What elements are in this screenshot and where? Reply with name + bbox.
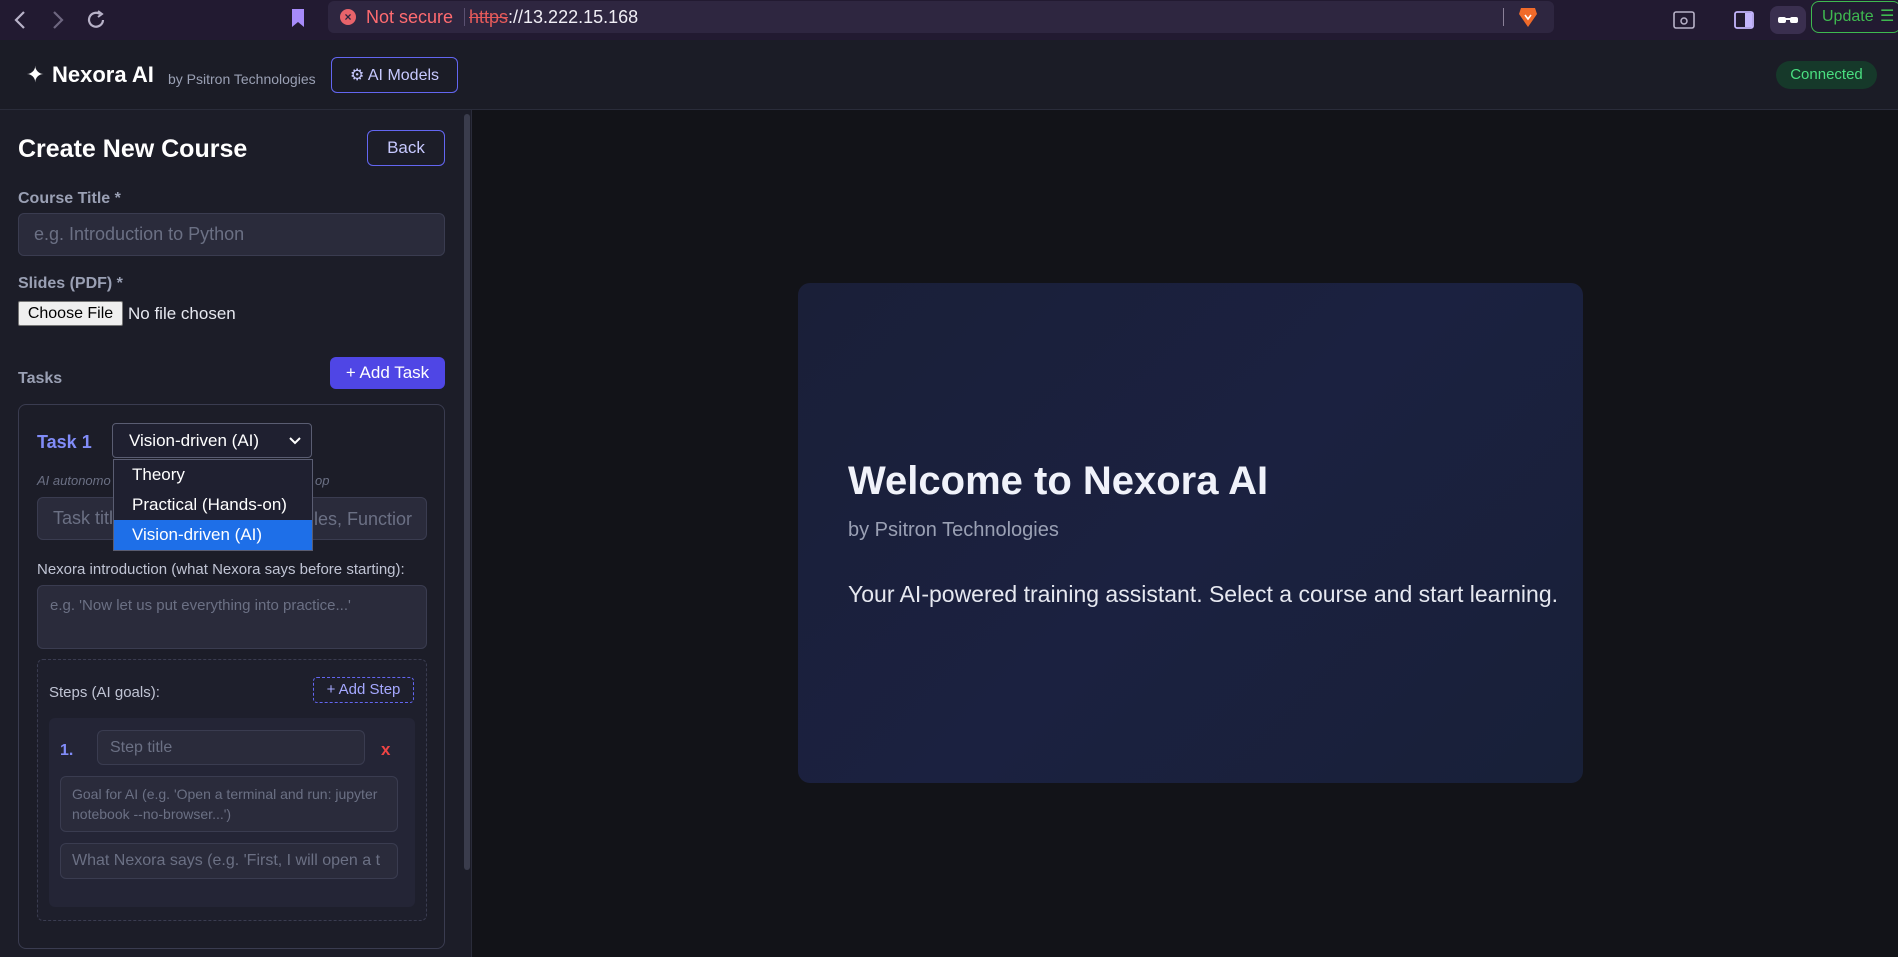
ai-models-button[interactable]: ⚙ AI Models bbox=[331, 57, 458, 93]
scrollbar[interactable] bbox=[464, 114, 470, 870]
task-hint: AI autonomo bbox=[37, 473, 111, 488]
bookmark-icon[interactable] bbox=[291, 8, 305, 28]
tasks-label: Tasks bbox=[18, 370, 63, 387]
task-hint-tail: op bbox=[315, 473, 330, 488]
brand-byline: by Psitron Technologies bbox=[168, 71, 316, 87]
add-task-button[interactable]: + Add Task bbox=[330, 357, 445, 389]
sidebar-toggle-icon[interactable] bbox=[1730, 6, 1758, 34]
slides-label: Slides (PDF) * bbox=[18, 275, 123, 292]
step-item: 1. Step title x Goal for AI (e.g. 'Open … bbox=[49, 718, 415, 907]
step-speech-input[interactable]: What Nexora says (e.g. 'First, I will op… bbox=[60, 843, 398, 879]
option-practical[interactable]: Practical (Hands-on) bbox=[114, 490, 312, 520]
warning-icon: × bbox=[340, 9, 356, 25]
url-host: ://13.222.15.168 bbox=[508, 7, 639, 27]
ai-models-label: ⚙ AI Models bbox=[349, 67, 440, 84]
security-status[interactable]: Not secure bbox=[366, 7, 453, 28]
steps-section: Steps (AI goals): + Add Step 1. Step tit… bbox=[37, 659, 427, 921]
chevron-down-icon bbox=[289, 424, 301, 457]
course-title-input[interactable]: e.g. Introduction to Python bbox=[18, 213, 445, 256]
url-text[interactable]: https://13.222.15.168 bbox=[469, 7, 638, 28]
welcome-card: Welcome to Nexora AI by Psitron Technolo… bbox=[798, 283, 1583, 783]
forward-arrow-icon[interactable] bbox=[44, 6, 72, 34]
task-type-dropdown: Theory Practical (Hands-on) Vision-drive… bbox=[113, 459, 313, 551]
tab-search-icon[interactable] bbox=[1670, 6, 1698, 34]
option-vision-driven[interactable]: Vision-driven (AI) bbox=[114, 520, 312, 550]
steps-label: Steps (AI goals): bbox=[49, 684, 160, 701]
update-button[interactable]: Update ☰ bbox=[1811, 1, 1898, 33]
private-mode-icon[interactable] bbox=[1770, 6, 1806, 34]
add-step-button[interactable]: + Add Step bbox=[313, 677, 414, 703]
intro-label: Nexora introduction (what Nexora says be… bbox=[37, 561, 405, 578]
page-title: Create New Course bbox=[18, 135, 248, 163]
remove-step-button[interactable]: x bbox=[381, 740, 390, 760]
welcome-text: Your AI-powered training assistant. Sele… bbox=[848, 581, 1559, 607]
file-status: No file chosen bbox=[128, 304, 236, 323]
url-separator bbox=[464, 8, 465, 26]
course-title-label: Course Title * bbox=[18, 190, 121, 207]
reload-icon[interactable] bbox=[82, 6, 110, 34]
brave-shield-icon[interactable] bbox=[1518, 6, 1538, 28]
intro-textarea[interactable]: e.g. 'Now let us put everything into pra… bbox=[37, 585, 427, 649]
choose-file-button[interactable]: Choose File bbox=[18, 301, 123, 326]
sparkle-icon: ✦ bbox=[26, 62, 45, 87]
step-number: 1. bbox=[60, 742, 74, 759]
brand-name: Nexora AI bbox=[52, 62, 154, 87]
task-type-select[interactable]: Vision-driven (AI) bbox=[112, 423, 312, 458]
task-type-value: Vision-driven (AI) bbox=[129, 431, 260, 450]
back-arrow-icon[interactable] bbox=[6, 6, 34, 34]
welcome-subtitle: by Psitron Technologies bbox=[848, 519, 1059, 541]
url-protocol: https bbox=[469, 7, 509, 27]
option-theory[interactable]: Theory bbox=[114, 460, 312, 490]
app-header: ✦ Nexora AI by Psitron Technologies ⚙ AI… bbox=[0, 40, 1898, 110]
step-goal-textarea[interactable]: Goal for AI (e.g. 'Open a terminal and r… bbox=[60, 776, 398, 832]
address-bar[interactable]: × Not secure https://13.222.15.168 bbox=[328, 1, 1554, 33]
welcome-title: Welcome to Nexora AI bbox=[848, 459, 1269, 503]
browser-toolbar: × Not secure https://13.222.15.168 Updat… bbox=[0, 0, 1898, 40]
task-title: Task 1 bbox=[37, 432, 92, 452]
task-title-placeholder-tail: les, Functior bbox=[313, 509, 412, 529]
url-divider bbox=[1503, 8, 1504, 26]
connection-status-badge: Connected bbox=[1776, 61, 1877, 89]
step-title-input[interactable]: Step title bbox=[97, 730, 365, 765]
menu-icon[interactable]: ☰ bbox=[1880, 2, 1894, 32]
back-button[interactable]: Back bbox=[367, 130, 445, 166]
update-label: Update bbox=[1822, 8, 1874, 25]
